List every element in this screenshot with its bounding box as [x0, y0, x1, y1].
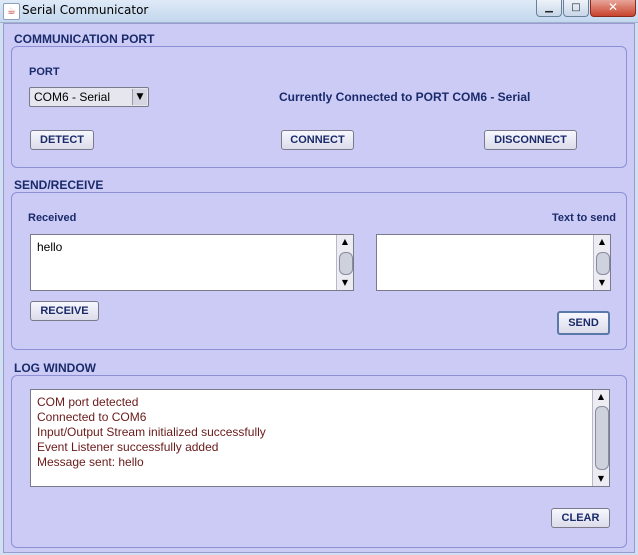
- scroll-thumb[interactable]: [595, 406, 609, 470]
- scroll-thumb[interactable]: [596, 252, 610, 275]
- log-window-title: LOG WINDOW: [14, 361, 96, 375]
- scroll-down-icon[interactable]: ▼: [594, 276, 610, 290]
- comm-port-title: COMMUNICATION PORT: [14, 32, 155, 46]
- java-coffee-icon: ☕: [3, 3, 20, 20]
- send-scrollbar[interactable]: ▲ ▼: [593, 235, 610, 290]
- connection-status: Currently Connected to PORT COM6 - Seria…: [279, 90, 531, 104]
- title-bar: ☕ Serial Communicator ▁ □ ✕: [0, 0, 638, 23]
- log-line: Event Listener successfully added: [37, 440, 219, 454]
- send-receive-panel: Received Text to send hello ▲ ▼ ▲ ▼ RECE…: [11, 192, 627, 350]
- scroll-thumb[interactable]: [339, 252, 353, 275]
- minimize-button[interactable]: ▁: [536, 0, 562, 17]
- scroll-up-icon[interactable]: ▲: [593, 390, 609, 404]
- log-line: Message sent: hello: [37, 455, 144, 469]
- port-select[interactable]: COM6 - Serial ▼: [29, 87, 149, 107]
- log-window-panel: COM port detected Connected to COM6 Input/…: [11, 375, 627, 548]
- detect-button[interactable]: DETECT: [30, 130, 94, 150]
- maximize-button[interactable]: □: [563, 0, 589, 17]
- log-line: Connected to COM6: [37, 410, 147, 424]
- send-button[interactable]: SEND: [557, 311, 610, 335]
- clear-button[interactable]: CLEAR: [551, 508, 610, 528]
- scroll-down-icon[interactable]: ▼: [593, 472, 609, 486]
- received-textarea[interactable]: hello ▲ ▼: [30, 234, 354, 291]
- send-textarea[interactable]: ▲ ▼: [376, 234, 611, 291]
- send-receive-title: SEND/RECEIVE: [14, 178, 104, 192]
- connect-button[interactable]: CONNECT: [281, 130, 354, 150]
- receive-button[interactable]: RECEIVE: [30, 301, 99, 321]
- received-label: Received: [28, 212, 77, 224]
- log-line: COM port detected: [37, 395, 139, 409]
- port-select-value: COM6 - Serial: [34, 90, 111, 104]
- port-label: PORT: [29, 66, 60, 78]
- scroll-down-icon[interactable]: ▼: [337, 276, 353, 290]
- text-to-send-label: Text to send: [552, 212, 616, 224]
- window-title: Serial Communicator: [22, 3, 149, 17]
- close-button[interactable]: ✕: [590, 0, 636, 17]
- received-text: hello: [37, 240, 63, 254]
- window-client-area: COMMUNICATION PORT PORT COM6 - Serial ▼ …: [3, 23, 635, 553]
- log-text: COM port detected Connected to COM6 Input/…: [37, 395, 266, 470]
- dropdown-arrow-icon[interactable]: ▼: [132, 89, 147, 105]
- scroll-up-icon[interactable]: ▲: [594, 235, 610, 249]
- disconnect-button[interactable]: DISCONNECT: [484, 130, 577, 150]
- comm-port-panel: PORT COM6 - Serial ▼ Currently Connected…: [11, 46, 627, 168]
- scroll-up-icon[interactable]: ▲: [337, 235, 353, 249]
- log-scrollbar[interactable]: ▲ ▼: [592, 390, 609, 486]
- received-scrollbar[interactable]: ▲ ▼: [336, 235, 353, 290]
- log-line: Input/Output Stream initialized successf…: [37, 425, 266, 439]
- log-textarea[interactable]: COM port detected Connected to COM6 Input/…: [30, 389, 610, 487]
